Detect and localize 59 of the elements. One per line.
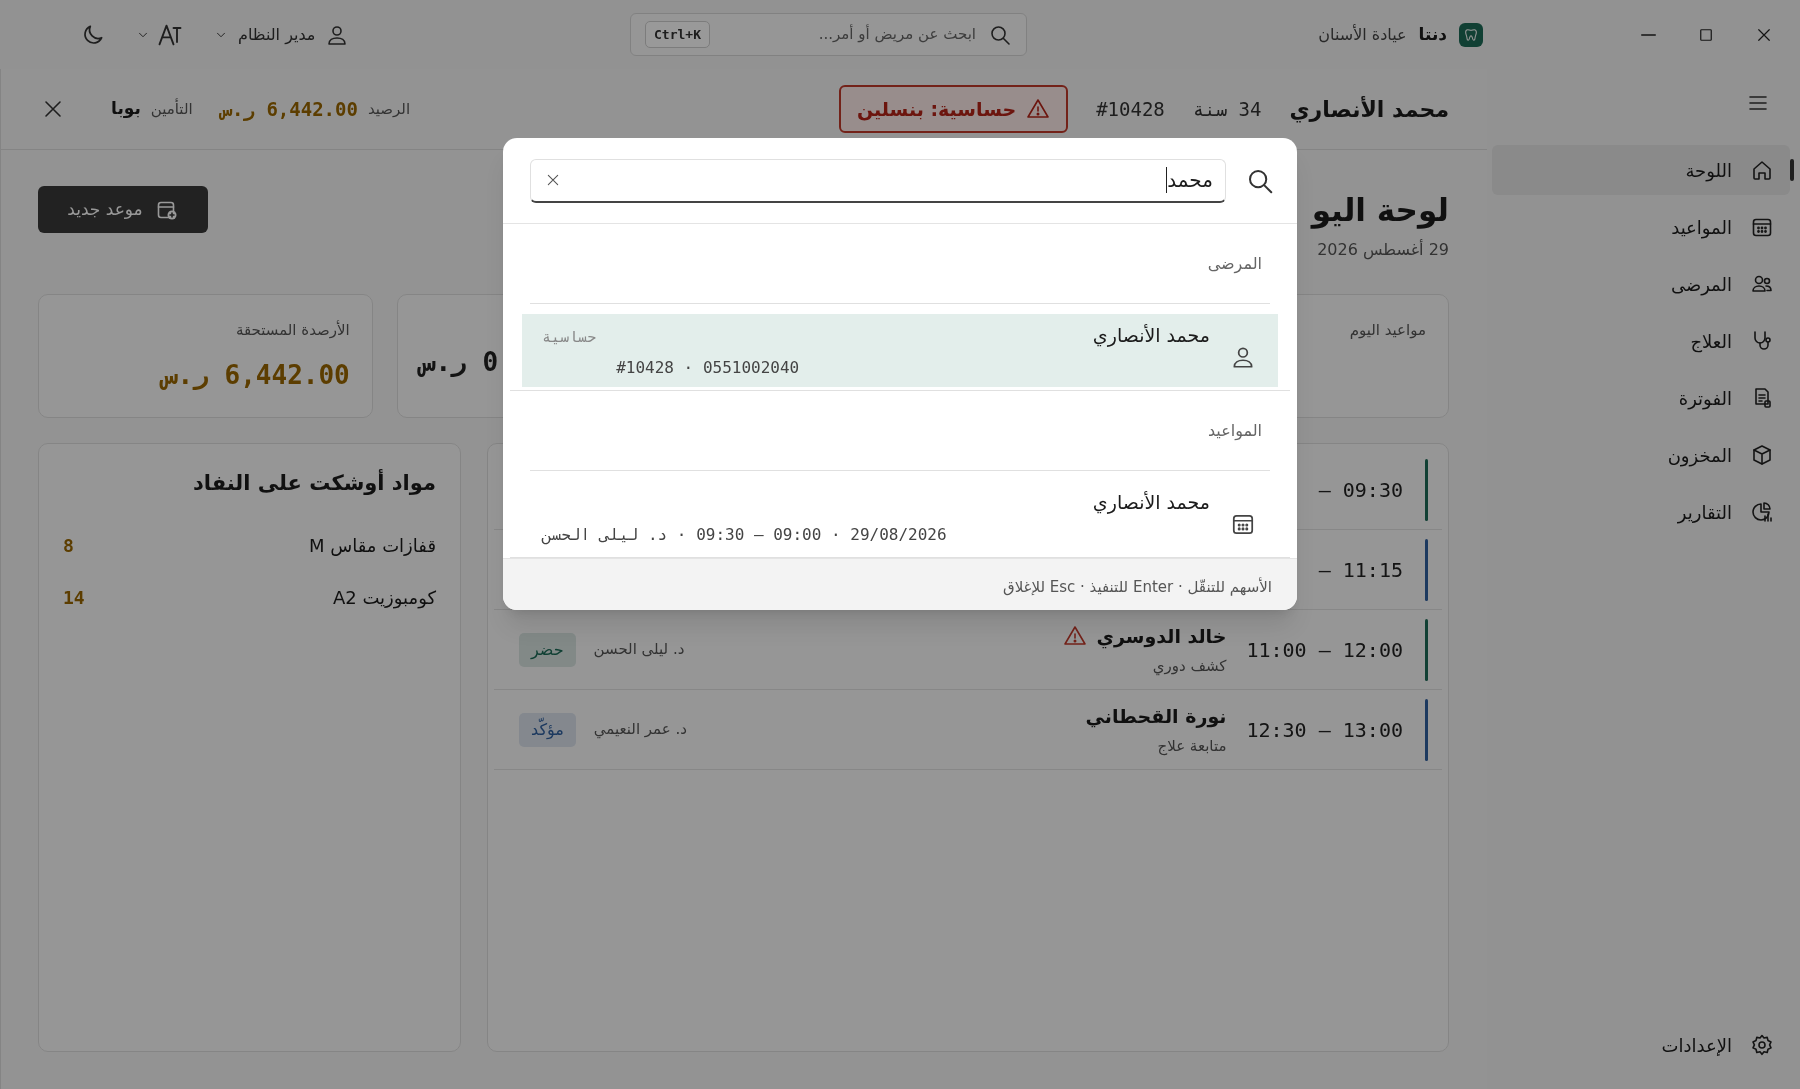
stat-value: 6,442.00 ر.س xyxy=(161,358,350,392)
item-quantity: 14 xyxy=(63,586,85,610)
sidebar-item[interactable]: المرضى xyxy=(1492,259,1790,309)
stat-label: مواعيد اليوم xyxy=(1349,320,1426,341)
balance-label: الرصيد xyxy=(367,98,411,120)
cube-icon xyxy=(1750,443,1774,467)
sidebar-item[interactable]: الفوترة xyxy=(1492,373,1790,423)
result-detail: 0551002040 · #10428 xyxy=(616,356,801,379)
shortcut-key: Ctrl+K xyxy=(645,20,710,49)
sidebar-item[interactable]: المواعيد xyxy=(1492,202,1790,252)
appointment-time: – 11:15 xyxy=(1318,556,1403,584)
doctor-name: د. ليلى الحسن xyxy=(593,639,685,661)
new-appointment-button[interactable]: موعد جديد xyxy=(38,186,208,233)
appointment-time: 11:00 – 12:00 xyxy=(1246,636,1403,664)
balance-value: 6,442.00 ر.س xyxy=(220,96,358,123)
sidebar-item[interactable]: العلاج xyxy=(1492,316,1790,366)
page-title: لوحة اليو xyxy=(1311,191,1449,231)
insurance-value: بوبا xyxy=(111,97,141,121)
doctor-name: د. عمر النعيمي xyxy=(593,719,687,741)
visit-type: كشف دوري xyxy=(1151,655,1227,677)
search-placeholder: ابحث عن مريض أو أمر... xyxy=(817,23,976,46)
appointment-time: – 09:30 xyxy=(1318,476,1403,504)
item-quantity: 8 xyxy=(63,534,74,558)
group-heading: المواعيد xyxy=(1207,419,1262,443)
panel-title: مواد أوشكت على النفاد xyxy=(191,468,436,497)
clear-icon xyxy=(545,172,561,188)
allergy-badge: حساسية: بنسلين xyxy=(839,85,1069,133)
page-date: 29 أغسطس 2026 xyxy=(1317,238,1449,262)
keyboard-hint: الأسهم للتنقّل · Enter للتنفيذ · Esc للإغلاق xyxy=(1003,576,1272,598)
result-tag: حساسية xyxy=(542,326,597,349)
result-detail: 29/08/2026 · 09:00 – 09:30 · د. ليلى الحسن xyxy=(542,523,948,547)
result-title: محمد الأنصاري xyxy=(1091,490,1210,516)
sidebar-item[interactable]: المخزون xyxy=(1492,430,1790,480)
patient-age: 34 سنة xyxy=(1192,96,1262,122)
sidebar-item[interactable]: التقارير xyxy=(1492,487,1790,537)
settings-icon xyxy=(1750,1033,1774,1057)
item-name: قفازات مقاس M xyxy=(309,534,436,558)
patient-name: محمد الأنصاري xyxy=(1289,95,1449,125)
stat-value: 0 ر.س xyxy=(419,346,499,379)
stat-label: الأرصدة المستحقة xyxy=(235,319,350,341)
minimize-icon xyxy=(1640,33,1656,36)
search-input[interactable]: محمد xyxy=(530,158,1226,203)
chart-icon xyxy=(1750,500,1774,524)
sidebar-item[interactable]: الإعدادات xyxy=(1492,1020,1790,1070)
visit-type: متابعة علاج xyxy=(1156,735,1227,757)
result-title: محمد الأنصاري xyxy=(1091,323,1210,349)
appointment-time: 12:30 – 13:00 xyxy=(1246,716,1403,744)
insurance-label: التأمين xyxy=(150,97,193,120)
item-name: كومبوزيت A2 xyxy=(332,586,436,611)
file-number: #10428 xyxy=(1096,96,1165,122)
home-icon xyxy=(1750,158,1774,182)
patient-name: نورة القحطاني xyxy=(1085,704,1227,730)
selection-indicator xyxy=(1790,159,1794,181)
app-name: دنتا xyxy=(1418,22,1447,46)
patient-name: خالد الدوسري xyxy=(1096,624,1227,651)
app-subtitle: عيادة الأسنان xyxy=(1318,23,1407,46)
warning-icon xyxy=(1026,97,1051,121)
user-menu[interactable]: مدير النظام xyxy=(214,22,350,47)
group-heading: المرضى xyxy=(1207,252,1262,276)
